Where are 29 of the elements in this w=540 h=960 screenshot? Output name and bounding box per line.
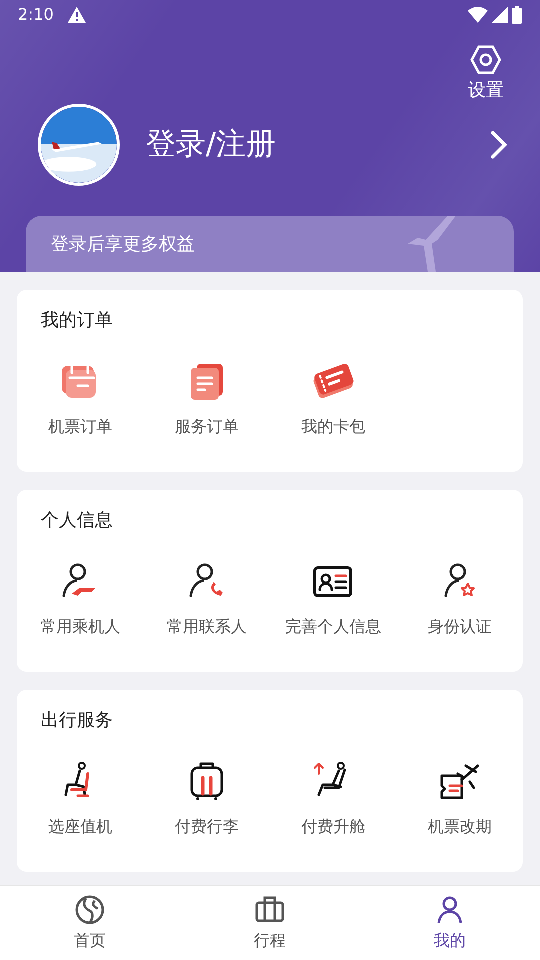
battery-icon [512, 6, 522, 24]
menu-item[interactable]: 常用联系人 [144, 558, 270, 638]
warning-icon [68, 7, 86, 23]
bird-icon [408, 216, 456, 272]
section-title: 个人信息 [40, 509, 114, 533]
menu-item[interactable]: 身份认证 [396, 558, 523, 638]
menu-item[interactable]: 付费行李 [144, 758, 270, 838]
section-title: 我的订单 [40, 309, 114, 333]
status-time: 2:10 [18, 4, 54, 26]
menu-item[interactable]: 选座值机 [17, 758, 144, 838]
wifi-icon [468, 7, 488, 23]
signal-icon [492, 7, 508, 23]
benefits-text: 登录后享更多权益 [51, 232, 195, 256]
tab[interactable]: 我的 [360, 886, 540, 960]
settings-button[interactable]: 设置 [468, 44, 504, 102]
globe-icon [73, 893, 107, 927]
login-register-link[interactable]: 登录/注册 [146, 125, 276, 165]
menu-item[interactable]: 服务订单 [144, 358, 270, 438]
menu-item[interactable]: 机票订单 [17, 358, 144, 438]
section-title: 出行服务 [40, 709, 114, 733]
menu-item[interactable]: 完善个人信息 [270, 558, 396, 638]
menu-item[interactable]: 我的卡包 [270, 358, 396, 438]
tab[interactable]: 行程 [180, 886, 360, 960]
menu-item[interactable]: 机票改期 [396, 758, 523, 838]
chevron-right-icon [490, 130, 508, 160]
tab[interactable]: 首页 [0, 886, 180, 960]
settings-icon [470, 44, 502, 76]
menu-item[interactable]: 付费升舱 [270, 758, 396, 838]
menu-item[interactable]: 常用乘机人 [17, 558, 144, 638]
